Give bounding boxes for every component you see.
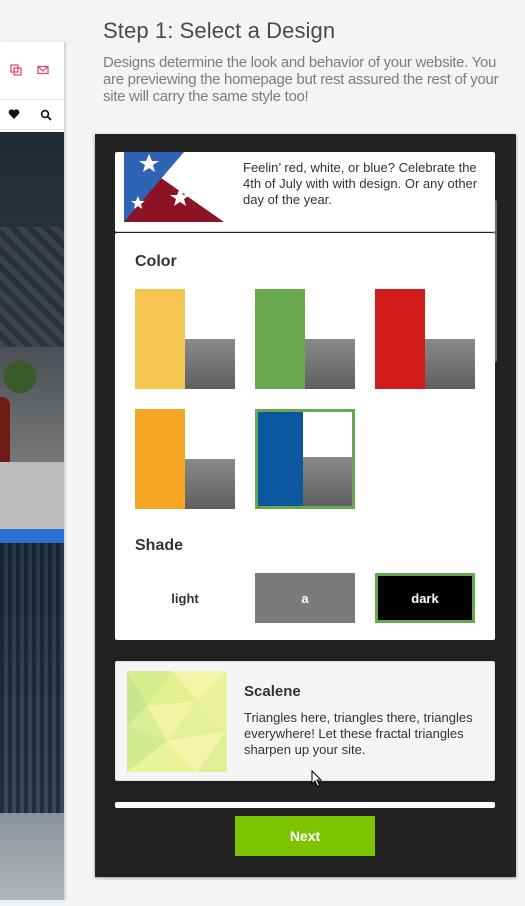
preview-building-image: [0, 543, 64, 900]
patriot-thumbnail: [124, 152, 224, 222]
shade-label: Shade: [135, 537, 184, 554]
building-lower: [0, 813, 64, 900]
mail-icon[interactable]: [37, 64, 49, 76]
preview-topbar: [0, 42, 64, 100]
design-card-next-peek[interactable]: [115, 802, 495, 808]
heart-icon[interactable]: [8, 108, 20, 120]
copy-icon[interactable]: [10, 64, 22, 76]
search-icon[interactable]: [40, 109, 52, 121]
website-preview: [0, 42, 65, 900]
design-panel: Feelin’ red, white, or blue? Celebrate t…: [95, 134, 516, 877]
color-swatch-green[interactable]: [255, 289, 355, 389]
hero-plant: [0, 347, 40, 397]
swatch-gray: [305, 339, 355, 389]
color-swatch-yellow[interactable]: [135, 289, 235, 389]
scalene-thumbnail: [127, 671, 227, 772]
color-swatch-orange[interactable]: [135, 409, 235, 509]
preview-accent-bar: [0, 529, 64, 543]
shade-option-medium[interactable]: a: [255, 573, 355, 623]
scalene-title: Scalene: [244, 683, 301, 700]
shade-option-dark[interactable]: dark: [375, 573, 475, 623]
swatch-gray: [185, 459, 235, 509]
next-button[interactable]: Next: [235, 816, 375, 856]
swatch-gray: [425, 339, 475, 389]
preview-hero-image: [0, 132, 64, 529]
color-swatch-red[interactable]: [375, 289, 475, 389]
patriot-description: Feelin’ red, white, or blue? Celebrate t…: [243, 160, 478, 207]
scalene-description: Triangles here, triangles there, triangl…: [244, 710, 473, 757]
swatch-primary: [255, 289, 305, 389]
swatch-primary: [135, 409, 185, 509]
mouse-cursor-icon: [311, 770, 323, 788]
swatch-gray: [185, 339, 235, 389]
color-label: Color: [135, 253, 177, 270]
design-options: Color Shade light a dark: [115, 233, 495, 640]
swatch-gray: [303, 457, 352, 506]
hero-wall-pattern: [0, 227, 64, 347]
swatch-primary: [375, 289, 425, 389]
color-swatch-blue[interactable]: [255, 409, 355, 509]
design-card-scalene[interactable]: Scalene Triangles here, triangles there,…: [115, 661, 495, 781]
preview-navbar: [0, 100, 64, 130]
shade-option-light[interactable]: light: [135, 573, 235, 623]
hero-ground: [0, 462, 64, 529]
page-title: Step 1: Select a Design: [103, 18, 336, 43]
design-card-patriot[interactable]: Feelin’ red, white, or blue? Celebrate t…: [115, 152, 495, 232]
page-description: Designs determine the look and behavior …: [103, 54, 499, 105]
swatch-primary: [258, 412, 303, 506]
hero-car: [0, 397, 10, 467]
swatch-primary: [135, 289, 185, 389]
